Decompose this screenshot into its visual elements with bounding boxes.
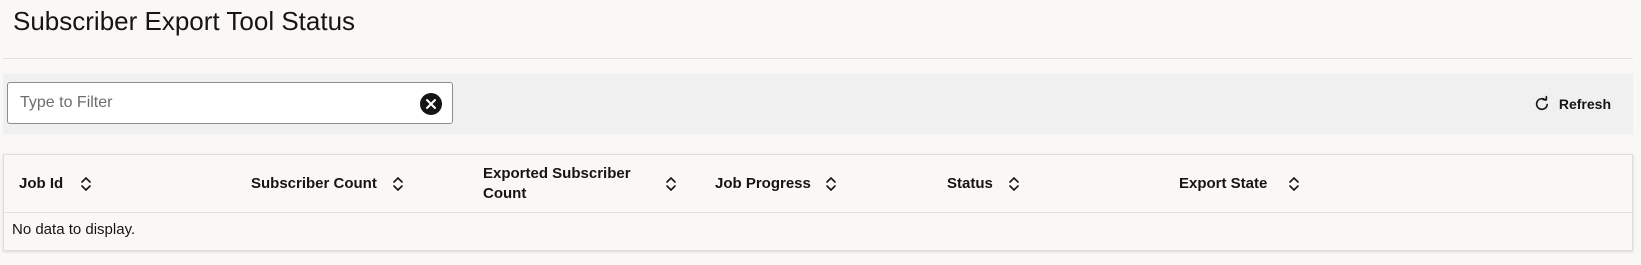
refresh-button[interactable]: Refresh — [1533, 89, 1611, 119]
column-label: Subscriber Count — [251, 175, 377, 192]
column-header-job-progress[interactable]: Job Progress — [715, 155, 915, 213]
column-header-job-id[interactable]: Job Id — [19, 155, 219, 213]
column-label: Status — [947, 175, 993, 192]
table-header: Job Id Subscriber Count Exported Subscri… — [4, 155, 1632, 213]
clear-filter-button[interactable] — [420, 93, 442, 115]
close-icon — [426, 99, 436, 109]
column-label: Job Progress — [715, 175, 811, 192]
filter-field — [7, 82, 453, 124]
empty-table-message: No data to display. — [12, 221, 136, 238]
refresh-label: Refresh — [1558, 96, 1611, 112]
export-status-table: Job Id Subscriber Count Exported Subscri… — [3, 154, 1633, 251]
page-title: Subscriber Export Tool Status — [13, 6, 356, 36]
sort-icon — [826, 177, 836, 191]
column-label: Export State — [1179, 175, 1268, 192]
toolbar: Refresh — [3, 74, 1633, 134]
filter-input[interactable] — [20, 83, 410, 123]
column-header-subscriber-count[interactable]: Subscriber Count — [251, 155, 451, 213]
column-header-exported-subscriber-count[interactable]: Exported Subscriber Count — [483, 155, 683, 213]
page: Subscriber Export Tool Status Refresh Jo… — [0, 0, 1641, 265]
sort-icon — [81, 177, 91, 191]
sort-icon — [666, 177, 676, 191]
column-label: Job Id — [19, 175, 64, 192]
sort-icon — [1009, 177, 1019, 191]
sort-icon — [1289, 177, 1299, 191]
sort-icon — [393, 177, 403, 191]
column-header-export-state[interactable]: Export State — [1179, 155, 1379, 213]
column-label: Exported Subscriber Count — [483, 165, 631, 202]
refresh-icon — [1535, 95, 1548, 111]
title-divider — [3, 58, 1633, 59]
column-header-status[interactable]: Status — [947, 155, 1147, 213]
